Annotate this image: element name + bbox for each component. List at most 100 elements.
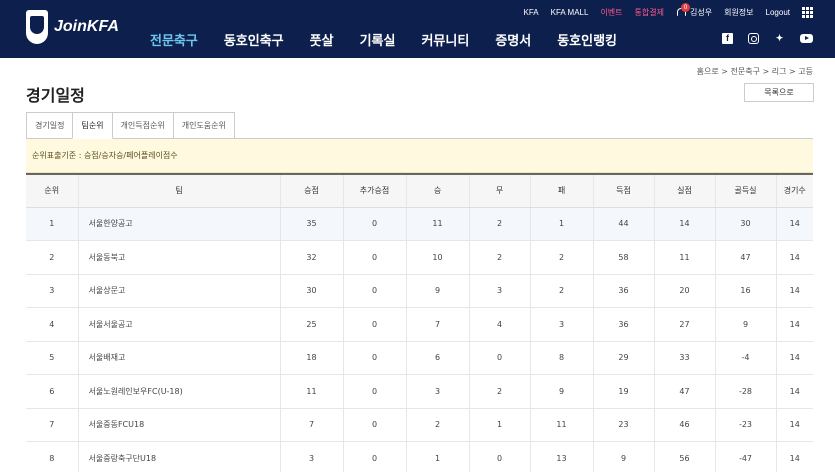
table-cell: 7 <box>406 307 470 342</box>
nav-records[interactable]: 기록실 <box>360 30 396 49</box>
facebook-icon[interactable]: f <box>722 33 733 44</box>
table-row: 1 서울한양공고 35 0 11 2 1 44 14 30 14 <box>26 207 813 241</box>
table-cell: 0 <box>343 307 407 342</box>
table-cell: 2 <box>469 374 531 409</box>
table-cell: 14 <box>776 441 813 472</box>
table-cell: 14 <box>776 408 813 442</box>
table-cell: 0 <box>469 441 531 472</box>
team-name-cell[interactable]: 서울서울공고 <box>78 307 281 342</box>
col-games-played: 경기수 <box>776 173 813 208</box>
table-cell: 2 <box>530 274 594 308</box>
notification-badge: 0 <box>680 3 690 12</box>
tab-team-ranking[interactable]: 팀순위 <box>72 112 113 139</box>
table-cell: 1 <box>26 207 79 241</box>
table-cell: 13 <box>530 441 594 472</box>
table-row: 2 서울동북고 32 0 10 2 2 58 11 47 14 <box>26 240 813 275</box>
table-cell: 18 <box>280 341 344 375</box>
table-cell: 3 <box>530 307 594 342</box>
table-row: 3 서울상문고 30 0 9 3 2 36 20 16 14 <box>26 274 813 308</box>
table-cell: 47 <box>715 240 777 275</box>
team-name-cell[interactable]: 서울동북고 <box>78 240 281 275</box>
utility-link-event[interactable]: 이벤트 <box>600 7 622 18</box>
kfa-logo[interactable]: JoinKFA <box>26 10 119 44</box>
nav-futsal[interactable]: 풋살 <box>310 30 334 49</box>
utility-link-payment[interactable]: 통합결제 <box>635 7 664 18</box>
table-cell: 36 <box>593 307 655 342</box>
table-cell: 5 <box>26 341 79 375</box>
table-cell: 2 <box>530 240 594 275</box>
tab-scorer-ranking[interactable]: 개인득점순위 <box>111 112 174 138</box>
grid-menu-icon[interactable] <box>802 6 813 18</box>
table-cell: 0 <box>343 374 407 409</box>
twitter-icon[interactable]: ✦ <box>774 33 785 44</box>
table-cell: 27 <box>654 307 716 342</box>
table-cell: 1 <box>530 207 594 241</box>
team-name-cell[interactable]: 서울한양공고 <box>78 207 281 241</box>
table-cell: 3 <box>406 374 470 409</box>
table-cell: 0 <box>343 240 407 275</box>
table-cell: 8 <box>530 341 594 375</box>
instagram-icon[interactable] <box>748 33 759 44</box>
table-cell: 0 <box>343 341 407 375</box>
table-cell: 4 <box>26 307 79 342</box>
breadcrumb[interactable]: 홈으로 > 전문축구 > 리그 > 고등 <box>697 66 813 77</box>
table-cell: 0 <box>469 341 531 375</box>
table-cell: 9 <box>715 307 777 342</box>
site-header: JoinKFA KFA KFA MALL 이벤트 통합결제 0 김성우 회원정보… <box>0 0 835 58</box>
table-cell: 35 <box>280 207 344 241</box>
table-cell: 14 <box>776 307 813 342</box>
table-cell: 47 <box>654 374 716 409</box>
table-cell: 19 <box>593 374 655 409</box>
bell-icon[interactable]: 0 <box>676 3 690 17</box>
table-cell: 4 <box>469 307 531 342</box>
table-cell: 0 <box>343 408 407 442</box>
table-cell: 56 <box>654 441 716 472</box>
list-button[interactable]: 목록으로 <box>744 83 814 102</box>
ranking-criteria-notice: 순위표출기준 : 승점/승자승/페어플레이점수 <box>26 139 813 173</box>
utility-link-kfa[interactable]: KFA <box>524 8 539 17</box>
team-name-cell[interactable]: 서울배재고 <box>78 341 281 375</box>
table-cell: -4 <box>715 341 777 375</box>
nav-amateur-football[interactable]: 동호인축구 <box>224 30 284 49</box>
table-cell: 36 <box>593 274 655 308</box>
team-ranking-table: 순위 팀 승점 추가승점 승 무 패 득점 실점 골득실 경기수 1 서울한양공고… <box>26 173 813 472</box>
table-cell: 14 <box>776 341 813 375</box>
table-cell: 14 <box>776 274 813 308</box>
table-header-row: 순위 팀 승점 추가승점 승 무 패 득점 실점 골득실 경기수 <box>26 173 813 208</box>
table-cell: 0 <box>343 441 407 472</box>
team-name-cell[interactable]: 서울중랑축구단U18 <box>78 441 281 472</box>
table-cell: 44 <box>593 207 655 241</box>
youtube-icon[interactable] <box>800 34 813 43</box>
table-cell: 2 <box>469 207 531 241</box>
team-name-cell[interactable]: 서울중동FCU18 <box>78 408 281 442</box>
table-cell: 14 <box>776 207 813 241</box>
nav-amateur-ranking[interactable]: 동호인랭킹 <box>557 30 617 49</box>
utility-link-member-info[interactable]: 회원정보 <box>724 7 753 18</box>
user-name[interactable]: 김성우 <box>690 7 712 18</box>
table-cell: 0 <box>343 207 407 241</box>
table-cell: 6 <box>406 341 470 375</box>
table-row: 8 서울중랑축구단U18 3 0 1 0 13 9 56 -47 14 <box>26 441 813 472</box>
col-goals-for: 득점 <box>593 173 655 208</box>
table-cell: 30 <box>280 274 344 308</box>
col-rank: 순위 <box>26 173 79 208</box>
team-name-cell[interactable]: 서울노원레인보우FC(U-18) <box>78 374 281 409</box>
logo-text: JoinKFA <box>54 18 119 35</box>
table-cell: 1 <box>469 408 531 442</box>
kfa-crest-icon <box>26 10 48 44</box>
tab-schedule[interactable]: 경기일정 <box>26 112 74 138</box>
logout-link[interactable]: Logout <box>766 8 790 17</box>
nav-community[interactable]: 커뮤니티 <box>421 30 469 49</box>
nav-certificate[interactable]: 증명서 <box>495 30 531 49</box>
main-nav: 전문축구 동호인축구 풋살 기록실 커뮤니티 증명서 동호인랭킹 <box>150 30 643 49</box>
table-cell: 3 <box>280 441 344 472</box>
utility-link-mall[interactable]: KFA MALL <box>551 8 589 17</box>
table-cell: 30 <box>715 207 777 241</box>
col-points: 승점 <box>280 173 344 208</box>
tab-assist-ranking[interactable]: 개인도움순위 <box>172 112 235 138</box>
col-wins: 승 <box>406 173 470 208</box>
nav-pro-football[interactable]: 전문축구 <box>150 30 198 49</box>
table-cell: 16 <box>715 274 777 308</box>
team-name-cell[interactable]: 서울상문고 <box>78 274 281 308</box>
table-row: 5 서울배재고 18 0 6 0 8 29 33 -4 14 <box>26 341 813 375</box>
